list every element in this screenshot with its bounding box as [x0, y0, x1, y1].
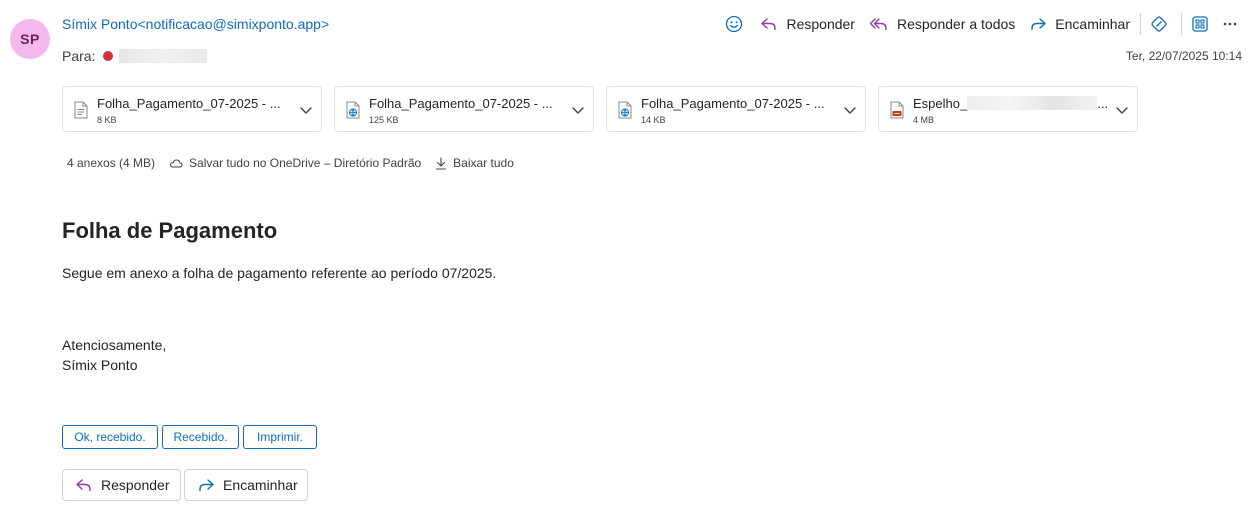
presence-status-dot [103, 51, 114, 61]
attachment-card[interactable]: Folha_Pagamento_07-2025 - ... 125 KB [334, 86, 594, 132]
attachment-name-redacted [967, 96, 1098, 110]
recipient-line: Para: [62, 48, 208, 64]
reply-icon [76, 479, 91, 492]
reply-all-button[interactable]: Responder a todos [869, 16, 1015, 32]
apps-grid-icon [1192, 16, 1208, 32]
attachment-name: Folha_Pagamento_07-2025 - ... [641, 96, 825, 111]
copilot-button[interactable] [1147, 12, 1171, 36]
email-body-text: Segue em anexo a folha de pagamento refe… [62, 265, 497, 281]
bottom-reply-label: Responder [101, 477, 170, 493]
more-options-icon [1223, 22, 1237, 26]
quick-reply-received[interactable]: Recebido. [162, 425, 239, 449]
chevron-down-icon[interactable] [843, 103, 857, 117]
reply-button[interactable]: Responder [760, 16, 855, 32]
attachment-name: Espelho_... [913, 96, 1108, 111]
document-icon [74, 101, 88, 119]
attachment-card[interactable]: Espelho_... 4 MB [878, 86, 1138, 132]
attachment-size: 8 KB [97, 115, 117, 125]
pdf-icon [890, 101, 904, 119]
forward-button[interactable]: Encaminhar [1029, 16, 1130, 32]
download-all-button[interactable]: Baixar tudo [435, 156, 514, 170]
chevron-down-icon[interactable] [299, 103, 313, 117]
toolbar-divider [1140, 13, 1141, 35]
quick-reply-print[interactable]: Imprimir. [243, 425, 317, 449]
smiley-icon [726, 15, 743, 33]
sender-avatar[interactable]: SP [10, 19, 50, 59]
emoji-reaction-button[interactable] [722, 12, 746, 36]
attachment-card[interactable]: Folha_Pagamento_07-2025 - ... 14 KB [606, 86, 866, 132]
attachment-name: Folha_Pagamento_07-2025 - ... [97, 96, 281, 111]
attachment-size: 14 KB [641, 115, 666, 125]
attachment-name-prefix: Espelho_ [913, 96, 968, 111]
sender-name[interactable]: Símix Ponto<notificacao@simixponto.app> [62, 16, 329, 32]
attachment-actions-bar: 4 anexos (4 MB) Salvar tudo no OneDrive … [67, 156, 528, 170]
bottom-forward-button[interactable]: Encaminhar [184, 469, 308, 501]
bottom-reply-button[interactable]: Responder [62, 469, 181, 501]
forward-icon [199, 479, 214, 492]
recipient-redacted[interactable] [119, 49, 208, 63]
attachment-size: 4 MB [913, 115, 935, 125]
email-closing: Atenciosamente, [62, 337, 167, 353]
save-all-onedrive-label: Salvar tudo no OneDrive – Diretório Padr… [189, 156, 422, 170]
received-date: Ter, 22/07/2025 10:14 [1125, 49, 1242, 63]
message-toolbar: Responder Responder a todos Encaminhar [716, 12, 1242, 36]
attachment-name-suffix: ... [1097, 96, 1109, 111]
chevron-down-icon[interactable] [1115, 103, 1129, 117]
attachment-card[interactable]: Folha_Pagamento_07-2025 - ... 8 KB [62, 86, 322, 132]
reply-all-label: Responder a todos [896, 16, 1016, 32]
forward-label: Encaminhar [1055, 16, 1130, 32]
reply-label: Responder [786, 16, 855, 32]
web-document-icon [618, 101, 632, 119]
toolbar-divider-2 [1181, 13, 1182, 35]
download-all-label: Baixar tudo [453, 156, 514, 170]
attachment-size: 125 KB [369, 115, 399, 125]
cloud-icon [170, 159, 183, 168]
apps-button[interactable] [1188, 12, 1212, 36]
attachment-count: 4 anexos (4 MB) [67, 156, 156, 170]
bottom-forward-label: Encaminhar [223, 477, 298, 493]
quick-reply-ok-received[interactable]: Ok, recebido. [62, 425, 158, 449]
forward-icon [1031, 18, 1046, 31]
download-icon [436, 156, 447, 170]
save-all-onedrive-button[interactable]: Salvar tudo no OneDrive – Diretório Padr… [169, 156, 421, 170]
reply-icon [761, 18, 777, 31]
diamond-link-icon [1151, 16, 1167, 32]
email-body-heading: Folha de Pagamento [62, 218, 278, 243]
more-actions-button[interactable] [1218, 12, 1242, 36]
chevron-down-icon[interactable] [571, 103, 585, 117]
web-document-icon [346, 101, 360, 119]
email-signature: Símix Ponto [62, 357, 138, 373]
attachment-name: Folha_Pagamento_07-2025 - ... [369, 96, 553, 111]
reply-all-icon [869, 18, 887, 31]
to-label: Para: [62, 48, 96, 64]
